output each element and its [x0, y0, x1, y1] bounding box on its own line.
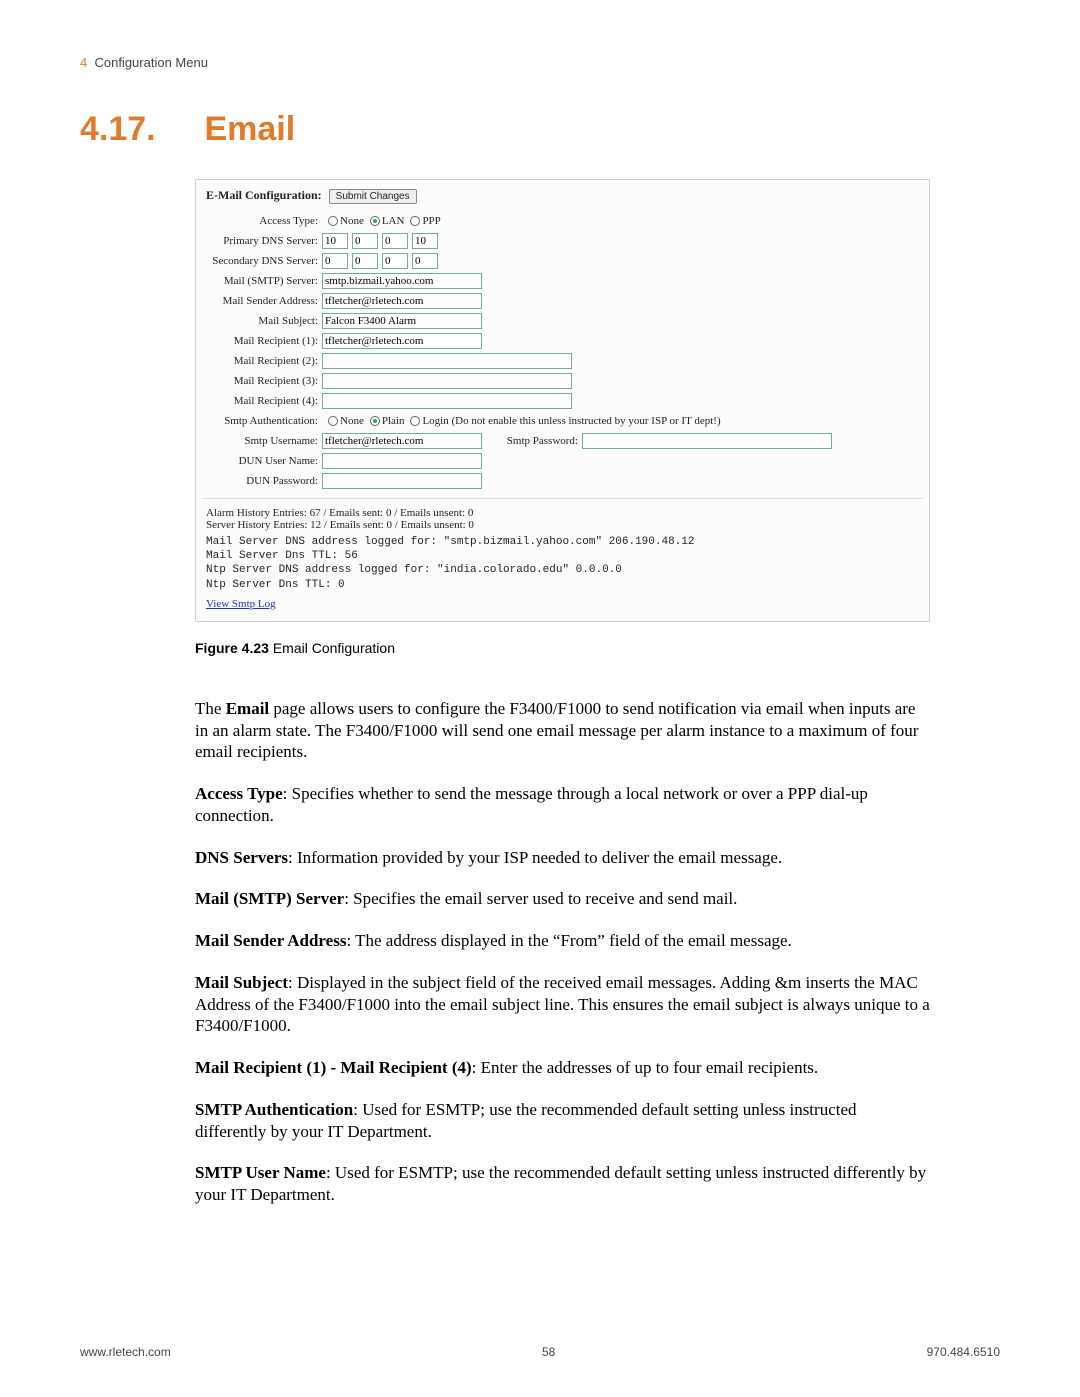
secondary-dns-4[interactable] [412, 253, 438, 269]
smtp-auth-plain-label: Plain [382, 415, 405, 427]
section-number: 4.17. [80, 110, 195, 149]
smtp-pass-input[interactable] [582, 433, 832, 449]
p7-b: : Enter the addresses of up to four emai… [472, 1058, 819, 1077]
p8-a: SMTP Authentication [195, 1100, 353, 1119]
primary-dns-label: Primary DNS Server: [206, 235, 322, 247]
submit-changes-button[interactable]: Submit Changes [329, 189, 417, 204]
secondary-dns-1[interactable] [322, 253, 348, 269]
smtp-pass-label: Smtp Password: [482, 435, 582, 447]
smtp-auth-login-label: Login [422, 415, 448, 427]
p1-c: page allows users to configure the F3400… [195, 699, 918, 762]
dun-user-input[interactable] [322, 453, 482, 469]
p2-b: : Specifies whether to send the message … [195, 784, 868, 825]
chapter-title: Configuration Menu [94, 55, 207, 70]
rcpt4-input[interactable] [322, 393, 572, 409]
access-type-label: Access Type: [206, 215, 322, 227]
footer-center: 58 [542, 1345, 555, 1359]
smtp-auth-label: Smtp Authentication: [206, 415, 322, 427]
secondary-dns-label: Secondary DNS Server: [206, 255, 322, 267]
body-text: The Email page allows users to configure… [195, 698, 930, 1206]
rcpt3-input[interactable] [322, 373, 572, 389]
figure-caption: Figure 4.23 Email Configuration [195, 640, 930, 656]
secondary-dns-3[interactable] [382, 253, 408, 269]
primary-dns-4[interactable] [412, 233, 438, 249]
dun-pass-label: DUN Password: [206, 475, 322, 487]
p1-b: Email [226, 699, 269, 718]
access-type-ppp-label: PPP [422, 215, 440, 227]
p4-a: Mail (SMTP) Server [195, 889, 344, 908]
p9-a: SMTP User Name [195, 1163, 326, 1182]
primary-dns-2[interactable] [352, 233, 378, 249]
p6-a: Mail Subject [195, 973, 288, 992]
smtp-auth-note: (Do not enable this unless instructed by… [451, 415, 720, 427]
p2-a: Access Type [195, 784, 283, 803]
access-type-ppp-radio[interactable] [410, 216, 420, 226]
footer-left: www.rletech.com [80, 1345, 171, 1359]
access-type-none-radio[interactable] [328, 216, 338, 226]
smtp-auth-none-label: None [340, 415, 364, 427]
section-heading: 4.17. Email [80, 110, 1000, 149]
smtp-auth-login-radio[interactable] [410, 416, 420, 426]
dun-user-label: DUN User Name: [206, 455, 322, 467]
page-header: 4 Configuration Menu [80, 55, 1000, 70]
panel-title: E-Mail Configuration: [206, 188, 322, 202]
access-type-none-label: None [340, 215, 364, 227]
server-history-status: Server History Entries: 12 / Emails sent… [206, 519, 919, 531]
rcpt2-input[interactable] [322, 353, 572, 369]
primary-dns-1[interactable] [322, 233, 348, 249]
access-type-lan-label: LAN [382, 215, 405, 227]
p5-b: : The address displayed in the “From” fi… [346, 931, 791, 950]
smtp-user-label: Smtp Username: [206, 435, 322, 447]
subject-input[interactable] [322, 313, 482, 329]
dns-log-output: Mail Server DNS address logged for: "smt… [206, 535, 919, 592]
p7-a: Mail Recipient (1) - Mail Recipient (4) [195, 1058, 472, 1077]
rcpt4-label: Mail Recipient (4): [206, 395, 322, 407]
p4-b: : Specifies the email server used to rec… [344, 889, 737, 908]
rcpt1-label: Mail Recipient (1): [206, 335, 322, 347]
rcpt2-label: Mail Recipient (2): [206, 355, 322, 367]
p3-b: : Information provided by your ISP neede… [288, 848, 782, 867]
figure-caption-text: Email Configuration [273, 640, 395, 656]
smtp-auth-plain-radio[interactable] [370, 416, 380, 426]
rcpt1-input[interactable] [322, 333, 482, 349]
view-smtp-log-link[interactable]: View Smtp Log [206, 598, 276, 610]
sender-label: Mail Sender Address: [206, 295, 322, 307]
sender-input[interactable] [322, 293, 482, 309]
chapter-number: 4 [80, 55, 87, 70]
smtp-server-label: Mail (SMTP) Server: [206, 275, 322, 287]
smtp-server-input[interactable] [322, 273, 482, 289]
p1-a: The [195, 699, 226, 718]
figure-label: Figure 4.23 [195, 640, 269, 656]
page-footer: www.rletech.com 58 970.484.6510 [80, 1345, 1000, 1359]
dun-pass-input[interactable] [322, 473, 482, 489]
email-config-panel: E-Mail Configuration: Submit Changes Acc… [195, 179, 930, 622]
smtp-auth-none-radio[interactable] [328, 416, 338, 426]
subject-label: Mail Subject: [206, 315, 322, 327]
p3-a: DNS Servers [195, 848, 288, 867]
alarm-history-status: Alarm History Entries: 67 / Emails sent:… [206, 507, 919, 519]
rcpt3-label: Mail Recipient (3): [206, 375, 322, 387]
secondary-dns-2[interactable] [352, 253, 378, 269]
p6-b: : Displayed in the subject field of the … [195, 973, 930, 1036]
p5-a: Mail Sender Address [195, 931, 346, 950]
footer-right: 970.484.6510 [927, 1345, 1000, 1359]
primary-dns-3[interactable] [382, 233, 408, 249]
access-type-lan-radio[interactable] [370, 216, 380, 226]
section-title: Email [204, 110, 295, 148]
smtp-user-input[interactable] [322, 433, 482, 449]
